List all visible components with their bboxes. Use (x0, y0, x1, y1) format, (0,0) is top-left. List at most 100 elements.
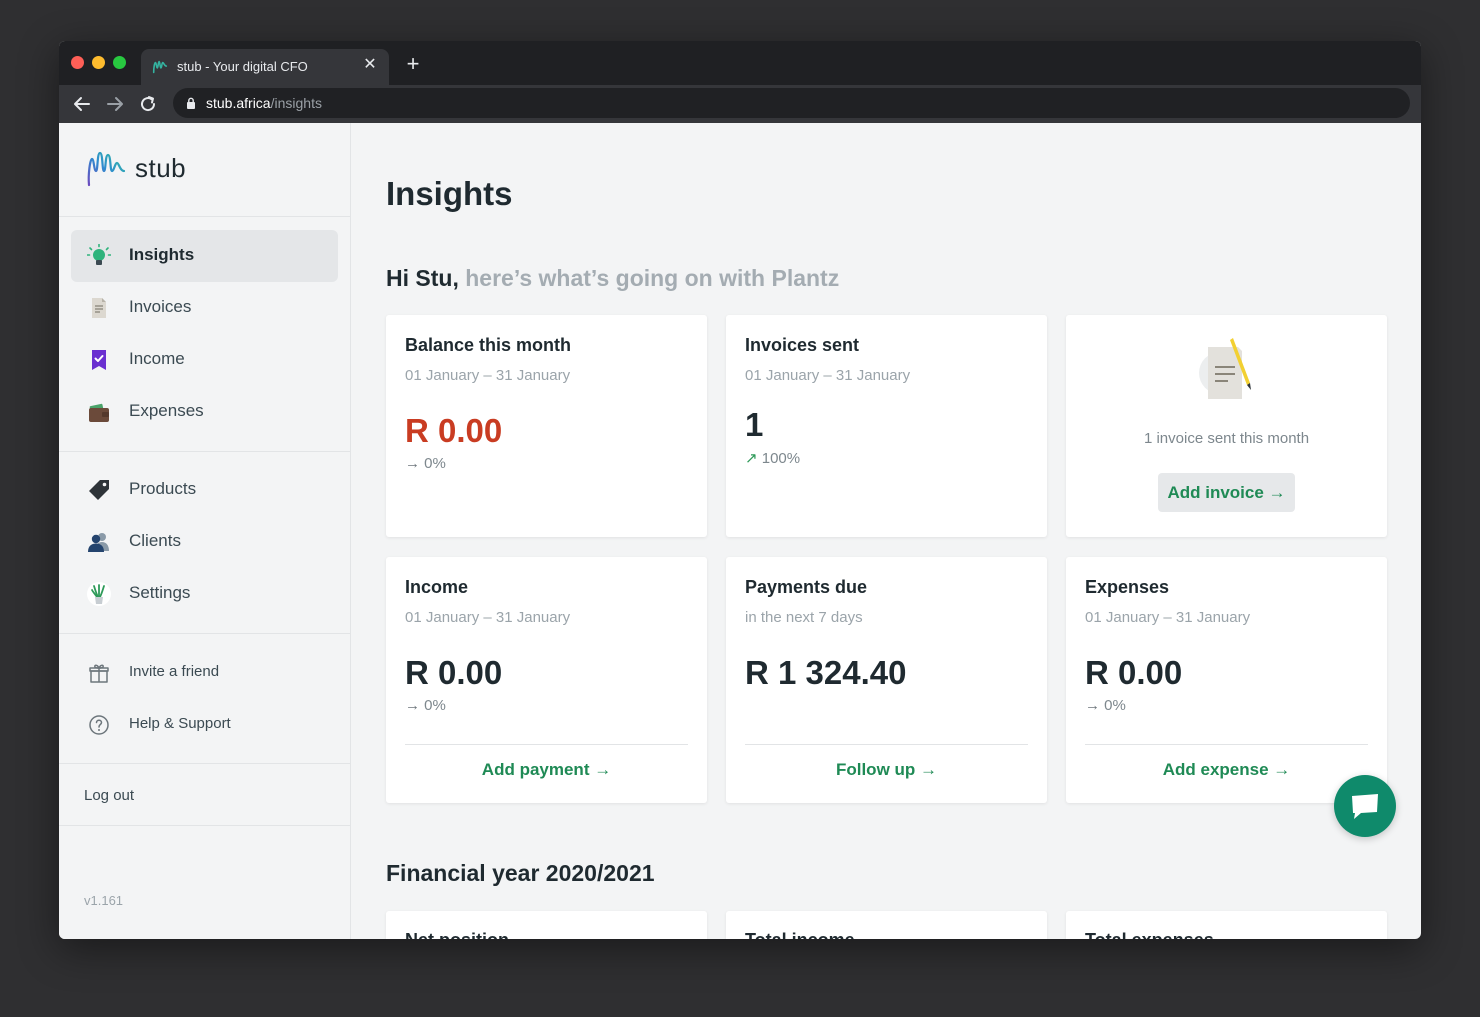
wallet-icon (89, 403, 109, 422)
browser-tab[interactable]: stub - Your digital CFO ✕ (141, 49, 389, 85)
sidebar-divider (59, 763, 351, 764)
sidebar: stub Insights Invoices Income Expenses P… (59, 123, 351, 939)
card-title: Total expenses (1085, 930, 1214, 939)
balance-card: Balance this month 01 January – 31 Janua… (386, 315, 707, 537)
expenses-card: Expenses 01 January – 31 January R 0.00 … (1066, 557, 1387, 803)
close-window-button[interactable] (71, 56, 84, 69)
tab-title: stub - Your digital CFO (177, 59, 308, 74)
net-position-card: Net position (386, 911, 707, 939)
sidebar-item-clients[interactable]: Clients (71, 516, 338, 568)
add-expense-link[interactable]: Add expense → (1066, 760, 1387, 780)
url-text: stub.africa/insights (206, 95, 322, 111)
tag-icon (89, 480, 109, 500)
minimize-window-button[interactable] (92, 56, 105, 69)
change-indicator: → 0% (405, 455, 446, 472)
income-card: Income 01 January – 31 January R 0.00 → … (386, 557, 707, 803)
brand-name: stub (135, 153, 187, 183)
sidebar-item-label: Income (129, 349, 185, 368)
balance-value: R 0.00 (405, 412, 503, 449)
greeting: Hi Stu, here’s what’s going on with Plan… (386, 265, 839, 292)
gift-icon (89, 664, 109, 683)
sidebar-item-help-support[interactable]: Help & Support (71, 699, 338, 751)
card-date-range: 01 January – 31 January (405, 367, 571, 384)
sidebar-divider (59, 825, 351, 826)
invoices-sent-value: 1 (745, 406, 764, 443)
change-percent: 0% (424, 697, 446, 714)
version-label: v1.161 (84, 893, 124, 908)
card-title: Expenses (1085, 577, 1170, 597)
invoice-note: 1 invoice sent this month (1143, 430, 1310, 447)
card-date-range: 01 January – 31 January (745, 367, 911, 384)
address-bar[interactable]: stub.africa/insights (173, 88, 1410, 118)
stub-hand-logo-icon (87, 151, 126, 187)
reload-icon[interactable] (136, 92, 160, 116)
sidebar-item-income[interactable]: Income (71, 334, 338, 386)
page-title: Insights (386, 175, 513, 212)
forward-arrow-icon[interactable] (103, 92, 127, 116)
greeting-name: Hi Stu, (386, 265, 459, 291)
right-arrow-icon: → (405, 455, 420, 472)
payments-due-card: Payments due in the next 7 days R 1 324.… (726, 557, 1047, 803)
tab-close-icon[interactable]: ✕ (360, 55, 380, 75)
browser-toolbar: stub.africa/insights (59, 85, 1421, 123)
chat-button[interactable] (1334, 775, 1396, 837)
card-title: Invoices sent (745, 335, 860, 355)
sidebar-item-settings[interactable]: Settings (71, 568, 338, 620)
invoice-summary-card: 1 invoice sent this month Add invoice → (1066, 315, 1387, 537)
card-title: Net position (405, 930, 509, 939)
card-subtitle: in the next 7 days (745, 609, 863, 626)
checkmark-bookmark-icon (92, 350, 106, 370)
card-date-range: 01 January – 31 January (405, 609, 571, 626)
card-divider (1085, 744, 1368, 745)
sidebar-divider (59, 633, 351, 634)
sidebar-item-label: Products (129, 479, 197, 498)
browser-window: stub - Your digital CFO ✕ + stub.africa/… (59, 41, 1421, 939)
sidebar-item-invite-friend[interactable]: Invite a friend (71, 647, 338, 699)
right-arrow-icon: → (1085, 697, 1100, 714)
sidebar-item-expenses[interactable]: Expenses (71, 386, 338, 438)
change-indicator: → 0% (405, 697, 446, 714)
sidebar-item-invoices[interactable]: Invoices (71, 282, 338, 334)
plant-icon (87, 582, 111, 606)
sidebar-divider (59, 451, 351, 452)
add-invoice-button[interactable]: Add invoice → (1158, 473, 1295, 512)
main-content: Insights Hi Stu, here’s what’s going on … (351, 123, 1421, 939)
greeting-message: here’s what’s going on with Plantz (465, 265, 840, 291)
sidebar-item-products[interactable]: Products (71, 464, 338, 516)
follow-up-link[interactable]: Follow up → (726, 760, 1047, 780)
right-arrow-icon: → (405, 697, 420, 714)
sidebar-item-insights[interactable]: Insights (71, 230, 338, 282)
sidebar-item-label: Expenses (129, 401, 204, 420)
chat-bubble-icon (1352, 794, 1378, 819)
lock-icon (187, 97, 195, 109)
stub-favicon-icon (152, 60, 168, 74)
change-indicator: → 0% (1085, 697, 1126, 714)
change-percent: 100% (761, 450, 801, 467)
sidebar-item-label: Settings (129, 583, 191, 602)
card-title: Total income (745, 930, 855, 939)
sidebar-item-label: Invite a friend (129, 663, 220, 680)
document-icon (92, 298, 106, 318)
payments-due-value: R 1 324.40 (745, 654, 907, 691)
back-arrow-icon[interactable] (70, 92, 94, 116)
card-title: Income (405, 577, 469, 597)
invoices-sent-card: Invoices sent 01 January – 31 January 1 … (726, 315, 1047, 537)
change-indicator: ↗ 100% (745, 449, 800, 467)
sidebar-item-label: Clients (129, 531, 181, 550)
add-payment-link[interactable]: Add payment → (386, 760, 707, 780)
card-divider (405, 744, 688, 745)
financial-year-title: Financial year 2020/2021 (386, 860, 655, 886)
sidebar-item-label: Help & Support (129, 715, 231, 732)
total-income-card: Total income (726, 911, 1047, 939)
lightbulb-icon (87, 244, 111, 265)
sidebar-divider (59, 216, 351, 217)
card-divider (745, 744, 1028, 745)
card-date-range: 01 January – 31 January (1085, 609, 1251, 626)
total-expenses-card: Total expenses (1066, 911, 1387, 939)
logout-link[interactable]: Log out (84, 787, 134, 804)
card-title: Payments due (745, 577, 868, 597)
new-tab-button[interactable]: + (401, 53, 425, 77)
change-percent: 0% (1104, 697, 1126, 714)
maximize-window-button[interactable] (113, 56, 126, 69)
invoice-document-pencil-icon (1199, 338, 1251, 399)
